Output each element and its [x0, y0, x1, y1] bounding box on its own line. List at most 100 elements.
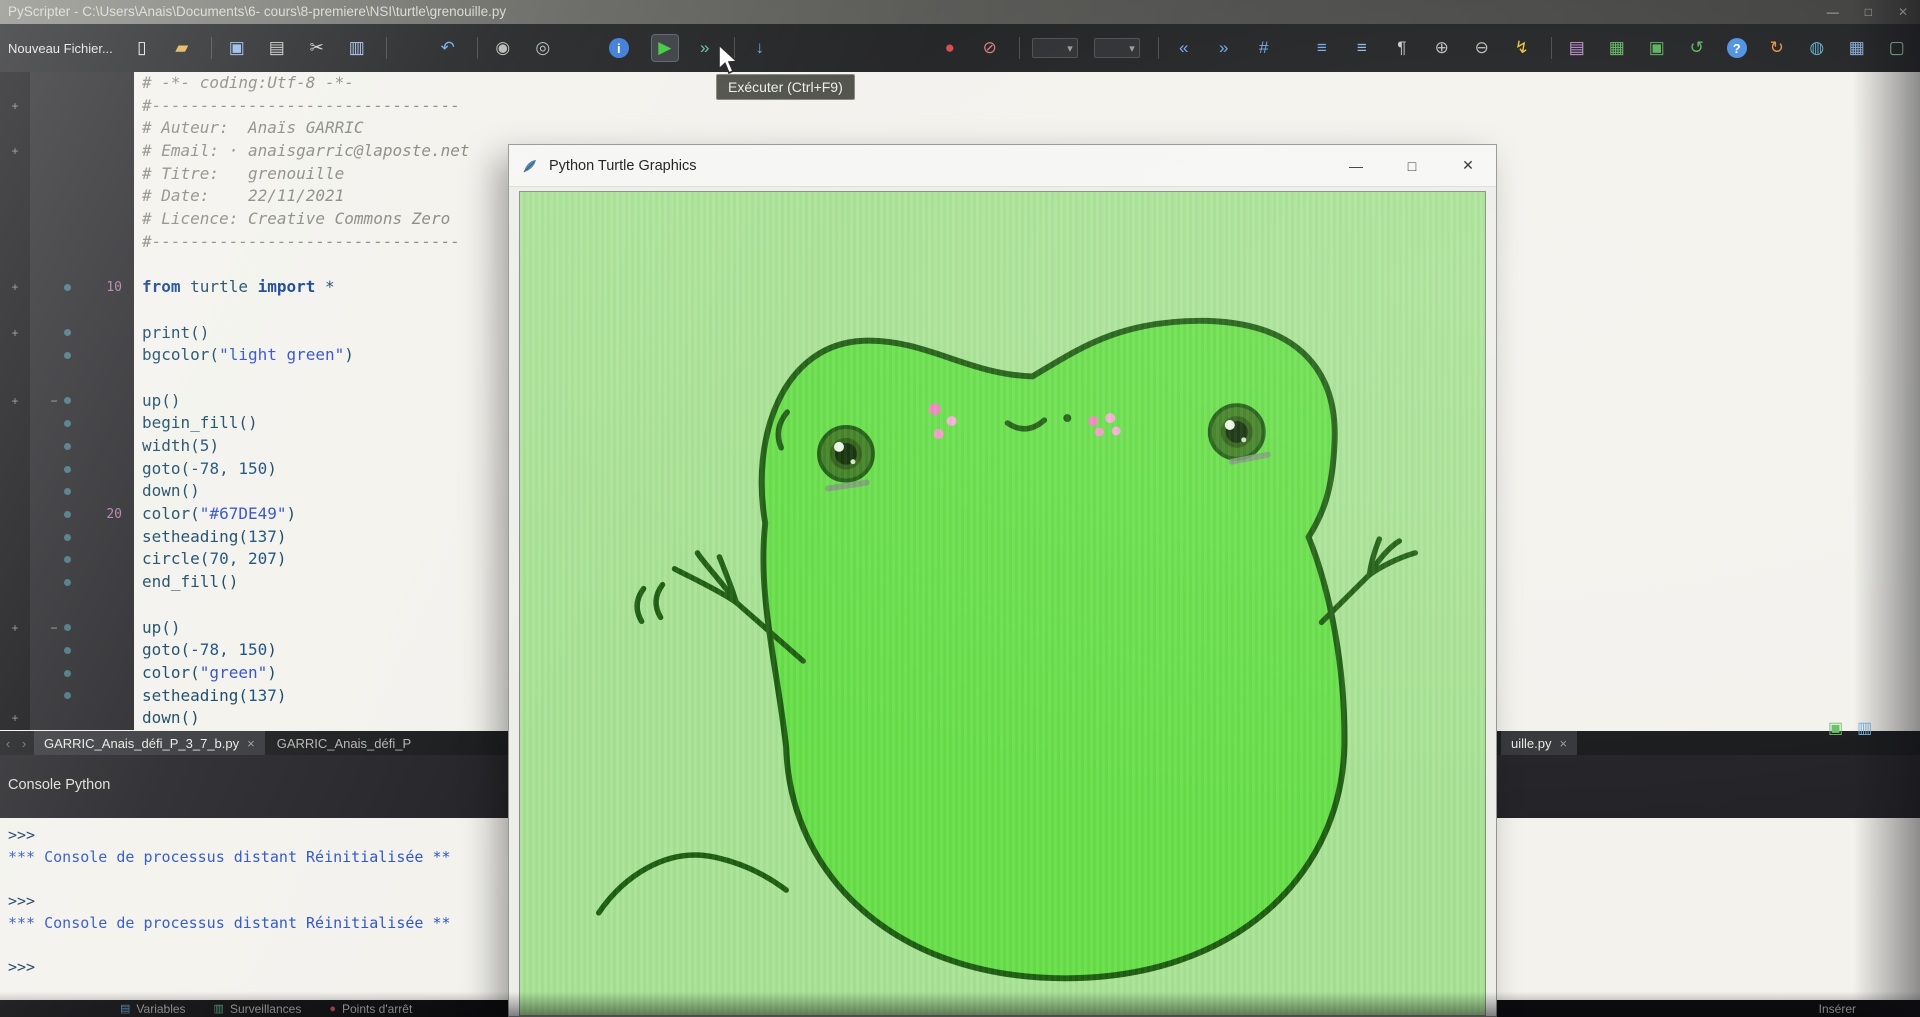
fold-margin[interactable]: +	[0, 389, 30, 413]
monitor-icon[interactable]: ▢	[1884, 35, 1910, 61]
gutter[interactable]	[30, 94, 134, 118]
layout-icon[interactable]: ▦	[1844, 35, 1870, 61]
turtle-close-button[interactable]: ✕	[1440, 145, 1496, 186]
gutter[interactable]	[30, 457, 134, 481]
app-close-button[interactable]: ✕	[1898, 0, 1908, 24]
gutter[interactable]	[30, 480, 134, 504]
gutter[interactable]	[30, 639, 134, 662]
fold-margin[interactable]: +	[0, 140, 30, 163]
syntax-check-icon[interactable]: ↯	[1509, 35, 1535, 61]
fold-margin[interactable]	[0, 525, 30, 549]
breakpoints-tab[interactable]: ● Points d'arrêt	[329, 1002, 412, 1016]
turtle-minimize-button[interactable]: —	[1328, 145, 1384, 186]
turtle-maximize-button[interactable]: □	[1384, 145, 1440, 186]
gutter[interactable]	[30, 412, 134, 435]
gutter[interactable]	[30, 72, 134, 95]
fold-margin[interactable]	[0, 230, 30, 254]
zoom-out-icon[interactable]: ⊖	[1469, 35, 1495, 61]
editor-tab[interactable]: uille.py ×	[1501, 731, 1578, 755]
indent-icon[interactable]: »	[1211, 35, 1237, 61]
fold-margin[interactable]	[0, 503, 30, 526]
gutter[interactable]	[30, 185, 134, 209]
fold-margin[interactable]	[0, 208, 30, 231]
gutter[interactable]	[30, 253, 134, 277]
breakpoint-icon[interactable]: ●	[937, 35, 963, 61]
comment-icon[interactable]: ≡	[1349, 35, 1375, 61]
print-icon[interactable]: ▤	[264, 35, 290, 61]
find-icon[interactable]: ◉	[490, 35, 516, 61]
run-to-cursor-icon[interactable]: ↓	[747, 35, 773, 61]
fold-margin[interactable]: +	[0, 616, 30, 640]
fold-margin[interactable]: +	[0, 321, 30, 345]
clear-breakpoints-icon[interactable]: ⊘	[977, 35, 1003, 61]
fold-margin[interactable]	[0, 571, 30, 594]
app-titlebar[interactable]: PyScripter - C:\Users\Anais\Documents\6-…	[0, 0, 1920, 24]
gutter[interactable]	[30, 230, 134, 254]
run-config-dropdown[interactable]: ▾	[1031, 38, 1078, 58]
fold-margin[interactable]	[0, 593, 30, 617]
scheme-dropdown[interactable]: ▾	[1093, 38, 1140, 58]
fold-margin[interactable]	[0, 435, 30, 458]
turtle-window-titlebar[interactable]: Python Turtle Graphics — □ ✕	[509, 145, 1496, 187]
new-file-icon[interactable]: ▯	[129, 35, 155, 61]
fold-margin[interactable]	[0, 639, 30, 662]
editor-tab[interactable]: GARRIC_Anais_défi_P	[267, 731, 421, 755]
app-minimize-button[interactable]: —	[1827, 0, 1839, 24]
fold-margin[interactable]	[0, 72, 30, 95]
gutter[interactable]	[30, 661, 134, 685]
fold-mark-icon[interactable]: −	[48, 394, 60, 408]
app-maximize-button[interactable]: □	[1865, 0, 1872, 24]
fold-margin[interactable]: +	[0, 94, 30, 118]
run-icon[interactable]: ▶	[650, 34, 679, 62]
gutter[interactable]	[30, 344, 134, 367]
gutter[interactable]	[30, 298, 134, 322]
find-in-files-icon[interactable]: ◎	[530, 35, 556, 61]
fold-margin[interactable]	[0, 684, 30, 708]
line-numbers-icon[interactable]: #	[1251, 35, 1277, 61]
gutter[interactable]	[30, 684, 134, 708]
split-editor-icon[interactable]: ▥	[1857, 718, 1872, 738]
fold-margin[interactable]	[0, 480, 30, 504]
gutter[interactable]	[30, 208, 134, 231]
new-file-button[interactable]: Nouveau Fichier...	[8, 41, 113, 56]
gutter[interactable]	[30, 117, 134, 141]
refresh-icon[interactable]: ↻	[1764, 35, 1790, 61]
tab-close-icon[interactable]: ×	[1559, 736, 1567, 751]
fold-margin[interactable]	[0, 412, 30, 435]
gutter[interactable]	[30, 140, 134, 163]
unindent-icon[interactable]: «	[1171, 35, 1197, 61]
editor-tab[interactable]: GARRIC_Anais_défi_P_3_7_b.py ×	[34, 731, 265, 755]
fold-margin[interactable]	[0, 117, 30, 141]
gutter[interactable]	[30, 707, 134, 730]
tab-scroll-left-icon[interactable]: ‹	[0, 731, 16, 755]
zoom-in-icon[interactable]: ⊕	[1429, 35, 1455, 61]
whitespace-icon[interactable]: ¶	[1389, 35, 1415, 61]
tab-close-icon[interactable]: ×	[247, 736, 255, 751]
fold-mark-icon[interactable]: −	[48, 621, 60, 635]
fold-margin[interactable]	[0, 366, 30, 390]
info-icon[interactable]: i	[608, 38, 629, 58]
fold-margin[interactable]	[0, 661, 30, 685]
save-icon[interactable]: ▣	[224, 35, 250, 61]
table-icon[interactable]: ▦	[1604, 35, 1630, 61]
gutter[interactable]: −	[30, 389, 134, 413]
fold-margin[interactable]: +	[0, 276, 30, 299]
gutter[interactable]	[30, 435, 134, 458]
variables-tab[interactable]: ▤ Variables	[120, 1002, 186, 1016]
gutter[interactable]	[30, 162, 134, 186]
help-icon[interactable]: ?	[1726, 38, 1747, 58]
fold-margin[interactable]	[0, 298, 30, 322]
gutter[interactable]	[30, 366, 134, 390]
fold-margin[interactable]	[0, 344, 30, 367]
web-icon[interactable]: ◍	[1804, 35, 1830, 61]
gutter[interactable]	[30, 321, 134, 345]
tab-scroll-right-icon[interactable]: ›	[16, 731, 32, 755]
fold-margin[interactable]: +	[0, 707, 30, 730]
cut-icon[interactable]: ✂	[304, 35, 330, 61]
new-editor-icon[interactable]: ▣	[1828, 718, 1843, 738]
gutter[interactable]	[30, 593, 134, 617]
fold-margin[interactable]	[0, 548, 30, 572]
gutter[interactable]	[30, 548, 134, 572]
fold-margin[interactable]	[0, 457, 30, 481]
packages-icon[interactable]: ▤	[1564, 35, 1590, 61]
